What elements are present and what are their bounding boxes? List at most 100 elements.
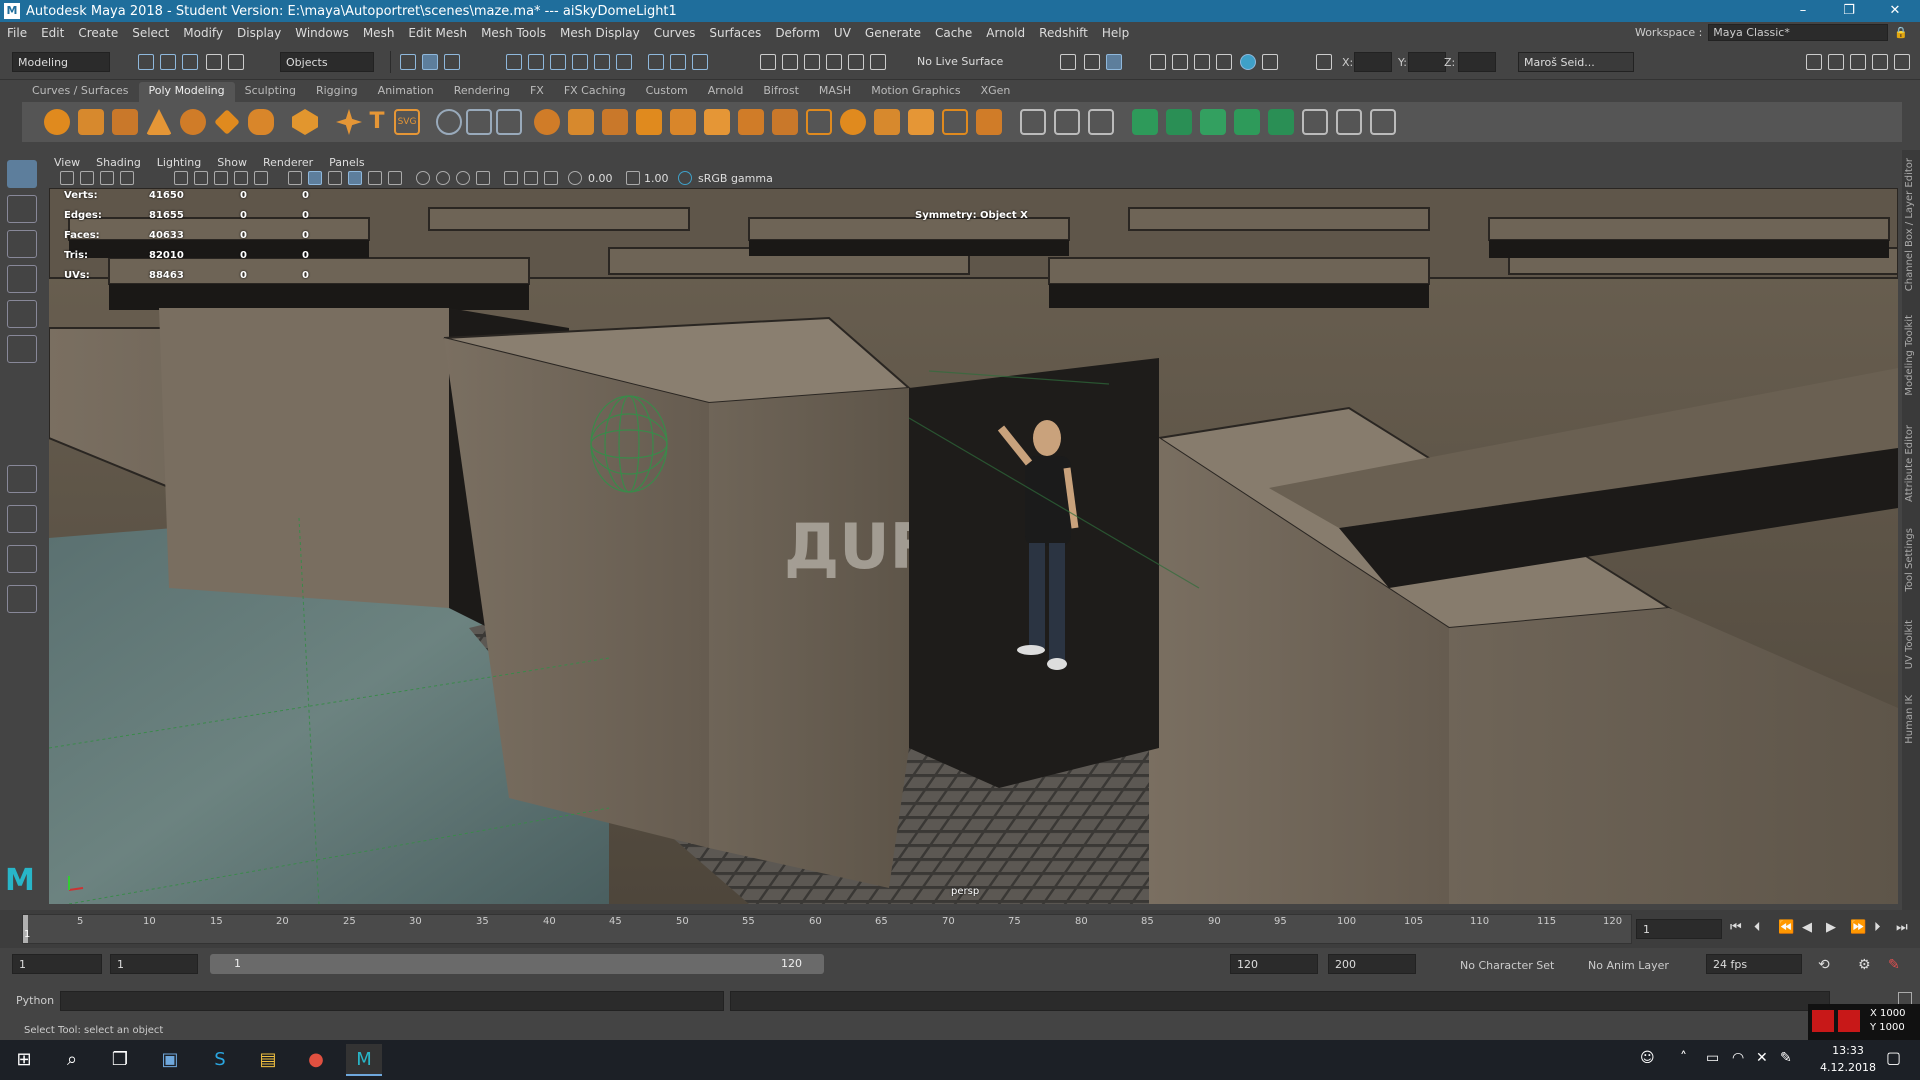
- layout-single-icon[interactable]: [7, 465, 37, 493]
- menu-edit[interactable]: Edit: [34, 26, 71, 40]
- file-explorer-icon[interactable]: ▤: [250, 1044, 286, 1076]
- poly-torus-icon[interactable]: [180, 109, 206, 135]
- menu-redshift[interactable]: Redshift: [1032, 26, 1095, 40]
- go-to-end-icon[interactable]: ⏭: [1896, 920, 1908, 935]
- store-icon[interactable]: ▣: [152, 1044, 188, 1076]
- menu-mesh[interactable]: Mesh: [356, 26, 402, 40]
- poly-cylinder-icon[interactable]: [112, 109, 138, 135]
- menu-cache[interactable]: Cache: [928, 26, 979, 40]
- center-pivot-icon[interactable]: [496, 109, 522, 135]
- paint-select-tool-icon[interactable]: [7, 230, 37, 258]
- live-surface-field[interactable]: No Live Surface: [912, 52, 1012, 72]
- shelf-tab-bifrost[interactable]: Bifrost: [753, 82, 809, 102]
- undo-icon[interactable]: [206, 54, 222, 70]
- volume-muted-icon[interactable]: ✕: [1756, 1050, 1768, 1066]
- command-input[interactable]: [60, 991, 724, 1011]
- menu-surfaces[interactable]: Surfaces: [702, 26, 768, 40]
- render-settings-icon[interactable]: [826, 54, 842, 70]
- shelf-tab-poly-modeling[interactable]: Poly Modeling: [138, 82, 235, 102]
- layer-editor-toggle-icon[interactable]: [1850, 54, 1866, 70]
- shelf-tab-mash[interactable]: MASH: [809, 82, 861, 102]
- append-poly-icon[interactable]: [806, 109, 832, 135]
- menu-arnold[interactable]: Arnold: [979, 26, 1032, 40]
- uv-planar-icon[interactable]: [1132, 109, 1158, 135]
- depth-of-field-icon[interactable]: [476, 171, 490, 185]
- outliner-layout-icon[interactable]: [7, 585, 37, 613]
- grid-toggle-icon[interactable]: [174, 171, 188, 185]
- modeling-toolkit-tab[interactable]: Modeling Toolkit: [1904, 315, 1915, 396]
- notifications-icon[interactable]: ▢: [1886, 1048, 1901, 1067]
- select-by-hierarchy-icon[interactable]: [400, 54, 416, 70]
- use-lights-icon[interactable]: [368, 171, 382, 185]
- poke-icon[interactable]: [976, 109, 1002, 135]
- wireframe-on-shaded-icon[interactable]: [328, 171, 342, 185]
- render-current-frame-icon[interactable]: [782, 54, 798, 70]
- smooth-shade-icon[interactable]: [308, 171, 322, 185]
- menu-file[interactable]: File: [0, 26, 34, 40]
- timeline-track[interactable]: 1 5 10 15 20 25 30 35 40 45 50 55 60 65 …: [22, 914, 1632, 944]
- people-icon[interactable]: ☺: [1640, 1050, 1655, 1066]
- image-plane-icon[interactable]: [120, 171, 134, 185]
- scene-start-field[interactable]: 1: [12, 954, 102, 974]
- snapshot-icon[interactable]: [1172, 54, 1188, 70]
- uv-layout-icon[interactable]: [1302, 109, 1328, 135]
- render-region-icon[interactable]: [1150, 54, 1166, 70]
- panels-layout-icon[interactable]: [1894, 54, 1910, 70]
- wifi-icon[interactable]: ◠: [1732, 1050, 1744, 1066]
- history-icon[interactable]: [648, 54, 664, 70]
- move-tool-icon[interactable]: [7, 265, 37, 293]
- battery-icon[interactable]: ▭: [1706, 1050, 1719, 1066]
- outliner-toggle-icon[interactable]: [1872, 54, 1888, 70]
- shelf-tab-xgen[interactable]: XGen: [971, 82, 1021, 102]
- camera-select-icon[interactable]: [60, 171, 74, 185]
- menu-uv[interactable]: UV: [827, 26, 858, 40]
- merge-icon[interactable]: [908, 109, 934, 135]
- reduce-icon[interactable]: [670, 109, 696, 135]
- channel-box-toggle-icon[interactable]: [1806, 54, 1822, 70]
- snap-live-icon[interactable]: [594, 54, 610, 70]
- modeling-toolkit-toggle-icon[interactable]: [1084, 54, 1100, 70]
- go-to-start-icon[interactable]: ⏮: [1730, 920, 1742, 935]
- scene-end-field[interactable]: 200: [1328, 954, 1416, 974]
- panel-menu-show[interactable]: Show: [211, 156, 253, 169]
- fps-dropdown[interactable]: 24 fps: [1706, 954, 1802, 974]
- resolution-gate-icon[interactable]: [214, 171, 228, 185]
- tool-settings-toggle-icon[interactable]: [1828, 54, 1844, 70]
- offset-edge-loop-icon[interactable]: [1088, 109, 1114, 135]
- uv-spherical-icon[interactable]: [1200, 109, 1226, 135]
- tray-chevron-icon[interactable]: ˄: [1680, 1050, 1687, 1066]
- shelf-tab-animation[interactable]: Animation: [368, 82, 444, 102]
- gate-mask-icon[interactable]: [234, 171, 248, 185]
- xray-joints-icon[interactable]: [544, 171, 558, 185]
- close-button[interactable]: ✕: [1876, 0, 1914, 22]
- select-by-object-icon[interactable]: [422, 54, 438, 70]
- panel-menu-view[interactable]: View: [48, 156, 86, 169]
- isolate-select-icon[interactable]: [504, 171, 518, 185]
- construction-history-icon[interactable]: [760, 54, 776, 70]
- uv-cut-icon[interactable]: [1336, 109, 1362, 135]
- search-icon[interactable]: ⌕: [54, 1044, 90, 1076]
- step-forward-frame-icon[interactable]: ⏩: [1850, 920, 1866, 935]
- type-tool-icon[interactable]: T: [364, 109, 390, 135]
- workspace-dropdown[interactable]: Maya Classic*: [1708, 24, 1889, 41]
- wireframe-icon[interactable]: [288, 171, 302, 185]
- anim-layer-dropdown[interactable]: No Anim Layer: [1588, 959, 1669, 972]
- lock-selection-icon[interactable]: [670, 54, 686, 70]
- task-view-icon[interactable]: ❐: [102, 1044, 138, 1076]
- multi-cut-icon[interactable]: [1020, 109, 1046, 135]
- ipr-render-icon[interactable]: [804, 54, 820, 70]
- gamma-icon[interactable]: [626, 171, 640, 185]
- step-back-key-icon[interactable]: ⏴: [1754, 920, 1761, 935]
- shelf-tab-rendering[interactable]: Rendering: [444, 82, 520, 102]
- shelf-tab-motion-graphics[interactable]: Motion Graphics: [861, 82, 970, 102]
- color-management-icon[interactable]: [678, 171, 692, 185]
- insert-edge-loop-icon[interactable]: [1054, 109, 1080, 135]
- superellipse-icon[interactable]: [336, 109, 362, 135]
- transform-mode-icon[interactable]: [1316, 54, 1332, 70]
- anti-aliasing-icon[interactable]: [456, 171, 470, 185]
- measure-tool-icon[interactable]: [436, 109, 462, 135]
- render-sequence-icon[interactable]: [1194, 54, 1210, 70]
- uv-toolkit-tab[interactable]: UV Toolkit: [1904, 620, 1915, 669]
- viewport-persp[interactable]: ДUFN Verts: 41650 0 0 Edges: 81655 0 0 F…: [49, 188, 1898, 904]
- platonic-solid-icon[interactable]: [292, 109, 318, 135]
